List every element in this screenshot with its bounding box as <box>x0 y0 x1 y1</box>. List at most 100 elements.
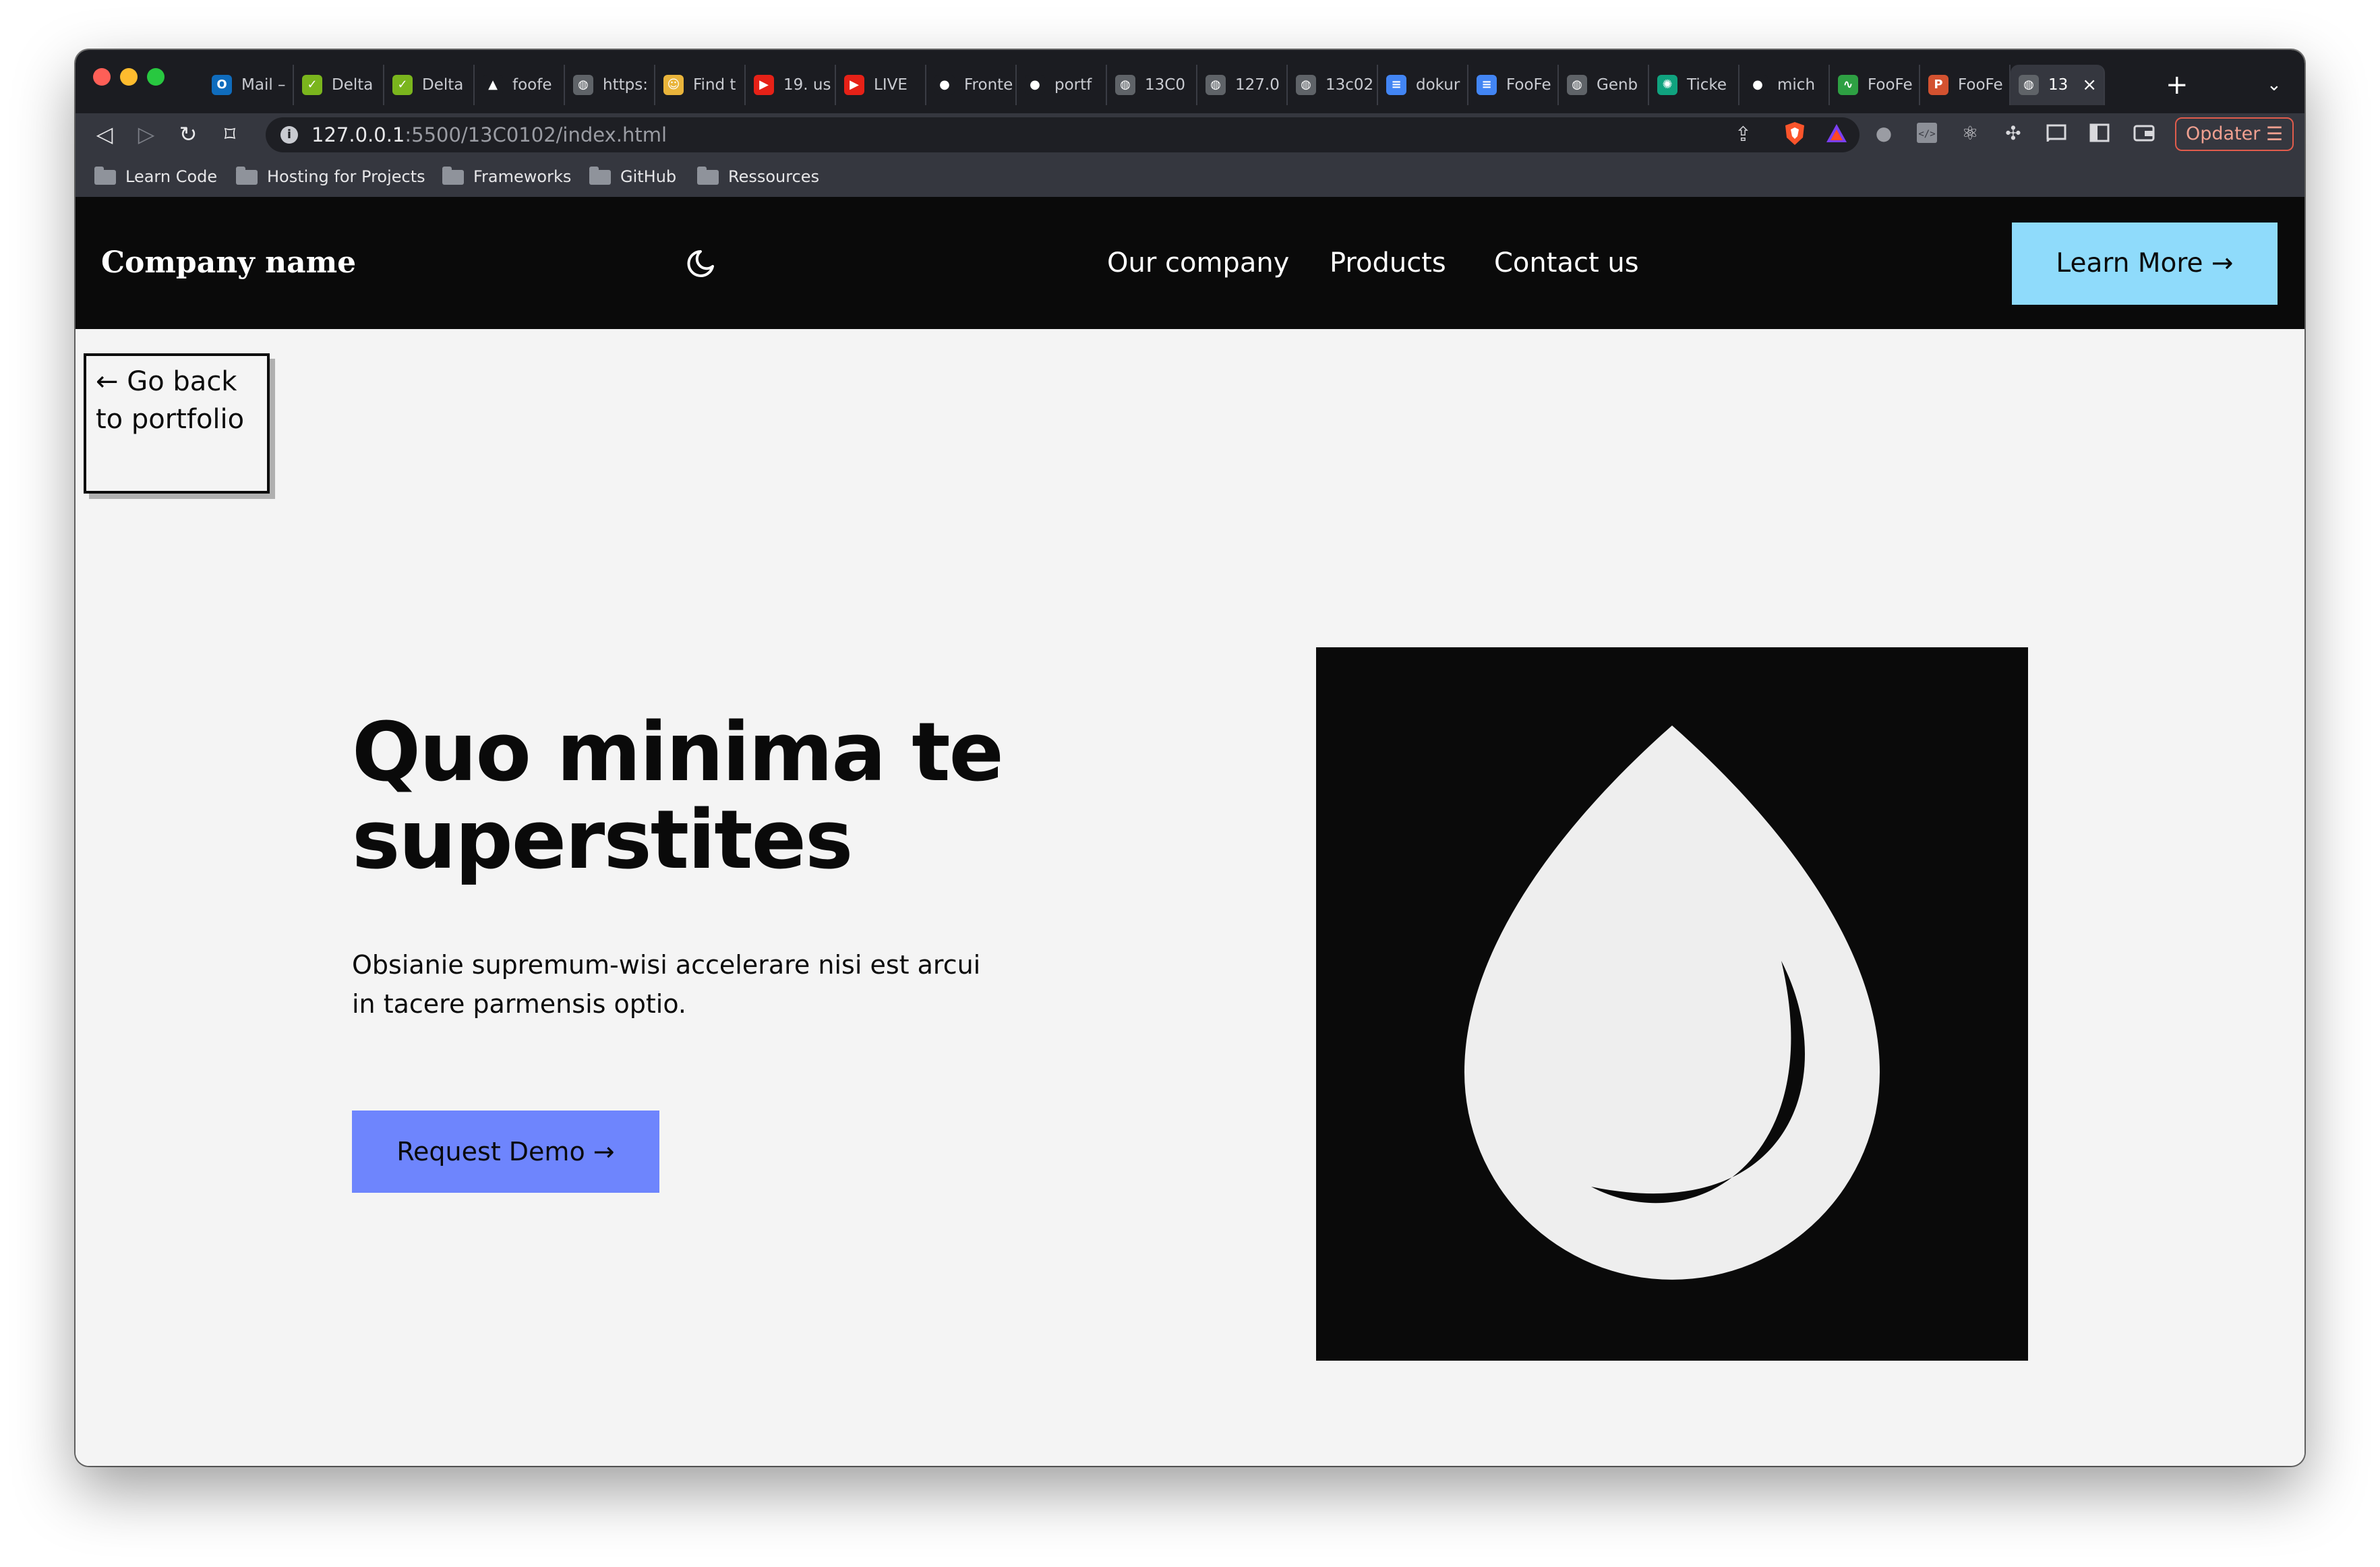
folder-icon <box>236 167 258 185</box>
learn-more-button[interactable]: Learn More → <box>2012 223 2278 305</box>
browser-window: O Mail – ✓ Delta ✓ Delta ▲ foofe ◍ https: ☺ Find t ▶… <box>76 50 2304 1466</box>
brave-shield-icon[interactable] <box>1781 120 1808 147</box>
bookmark-label: Ressources <box>728 167 820 186</box>
tab-label: Find t <box>693 76 736 94</box>
back-icon[interactable]: ◁ <box>88 117 121 151</box>
browser-tab[interactable]: ● Fronte <box>926 65 1017 105</box>
browser-tab[interactable]: ✓ Delta <box>384 65 475 105</box>
outlook-icon: O <box>212 75 232 95</box>
bookmark-label: Hosting for Projects <box>267 167 425 186</box>
brand-name[interactable]: Company name <box>101 197 356 329</box>
tab-label: dokur <box>1416 76 1460 94</box>
triangle-icon: ▲ <box>483 75 503 95</box>
address-bar[interactable]: i 127.0.0.1:5500/13C0102/index.html ⇪ <box>266 117 1860 152</box>
tab-label: foofe <box>512 76 552 94</box>
nav-products[interactable]: Products <box>1330 197 1446 329</box>
browser-tab[interactable]: ☺ Find t <box>655 65 746 105</box>
tab-label: FooFe <box>1506 76 1551 94</box>
globe-icon: ◍ <box>1567 75 1587 95</box>
browser-tab[interactable]: ∿ FooFe <box>1830 65 1920 105</box>
browser-tab[interactable]: ◍ Genb <box>1559 65 1649 105</box>
browser-tab[interactable]: ◍ https: <box>565 65 655 105</box>
close-window-button[interactable] <box>93 68 111 86</box>
bookmark-label: GitHub <box>620 167 677 186</box>
folder-icon <box>697 167 719 185</box>
browser-tab[interactable]: ◍ 13C0 <box>1107 65 1197 105</box>
back-to-portfolio-link[interactable]: ← Go back to portfolio <box>84 353 270 494</box>
delta-icon: ✓ <box>302 75 322 95</box>
browser-tab[interactable]: ≡ dokur <box>1378 65 1468 105</box>
powerpoint-icon: P <box>1928 75 1948 95</box>
browser-tab[interactable]: ≡ FooFe <box>1468 65 1559 105</box>
browser-tab[interactable]: ✺ Ticke <box>1649 65 1739 105</box>
brave-rewards-icon[interactable] <box>1824 121 1849 146</box>
svg-text:</>: </> <box>1918 129 1935 140</box>
reload-icon[interactable]: ↻ <box>171 117 205 151</box>
url-path: :5500/13C0102/index.html <box>405 123 667 146</box>
globe-icon: ◍ <box>1115 75 1135 95</box>
browser-tab[interactable]: ▲ foofe <box>475 65 565 105</box>
browser-tab[interactable]: ● portf <box>1017 65 1107 105</box>
sidebar-icon[interactable] <box>2087 121 2112 146</box>
cast-icon[interactable] <box>2044 121 2069 146</box>
moon-icon[interactable] <box>682 245 719 282</box>
globe-icon: ◍ <box>1206 75 1226 95</box>
bookmark-icon[interactable]: ⌑ <box>213 117 247 151</box>
browser-tab[interactable]: O Mail – <box>204 65 294 105</box>
bookmark-ressources[interactable]: Ressources <box>697 156 819 197</box>
devtools-extension-icon[interactable]: </> <box>1915 121 1939 146</box>
browser-tab[interactable]: ▶ 19. us <box>746 65 836 105</box>
folder-icon <box>94 167 116 185</box>
nav-our-company[interactable]: Our company <box>1107 197 1289 329</box>
hero-logo <box>1316 647 2028 1361</box>
update-browser-button[interactable]: Opdater ☰ <box>2175 117 2294 151</box>
minimize-window-button[interactable] <box>120 68 138 86</box>
bookmark-label: Frameworks <box>473 167 572 186</box>
browser-tab[interactable]: P FooFe <box>1920 65 2011 105</box>
new-tab-button[interactable]: + <box>2166 65 2189 105</box>
share-icon[interactable]: ⇪ <box>1735 117 1752 152</box>
tab-label: Fronte <box>964 76 1013 94</box>
browser-tab[interactable]: ▶ LIVE <box>836 65 926 105</box>
forward-icon[interactable]: ▷ <box>129 117 163 151</box>
docs-icon: ≡ <box>1386 75 1406 95</box>
folder-icon <box>442 167 464 185</box>
zoom-window-button[interactable] <box>147 68 165 86</box>
delta-icon: ✓ <box>392 75 413 95</box>
nav-contact-us[interactable]: Contact us <box>1494 197 1639 329</box>
bookmark-frameworks[interactable]: Frameworks <box>442 156 571 197</box>
browser-tab[interactable]: ◍ 13c02 <box>1288 65 1378 105</box>
browser-tab[interactable]: ◍ 127.0 <box>1197 65 1288 105</box>
url-host: 127.0.0.1 <box>311 123 405 146</box>
browser-tab[interactable]: ● mich <box>1739 65 1830 105</box>
globe-icon: ◍ <box>2019 75 2039 95</box>
browser-tab[interactable]: ✓ Delta <box>294 65 384 105</box>
activity-icon: ∿ <box>1838 75 1858 95</box>
bookmark-github[interactable]: GitHub <box>589 156 676 197</box>
wallet-icon[interactable] <box>2132 121 2156 146</box>
close-tab-icon[interactable]: × <box>2082 65 2097 105</box>
tab-label: Genb <box>1597 76 1638 94</box>
youtube-icon: ▶ <box>754 75 774 95</box>
tab-label: 13C0 <box>1145 76 1185 94</box>
tab-label: mich <box>1777 76 1816 94</box>
site-info-icon[interactable]: i <box>280 126 298 144</box>
bookmark-learn-code[interactable]: Learn Code <box>94 156 217 197</box>
update-button-label: Opdater <box>2186 123 2261 144</box>
globe-icon: ◍ <box>1296 75 1316 95</box>
browser-tab[interactable]: ◍ 13 × <box>2011 65 2105 105</box>
bug-icon[interactable]: ● <box>1872 121 1896 146</box>
bookmarks-bar: Learn Code Hosting for Projects Framewor… <box>76 156 2304 197</box>
extensions-puzzle-icon[interactable]: ✣ <box>2001 121 2025 146</box>
github-icon: ● <box>1025 75 1045 95</box>
tab-search-chevron-icon[interactable]: ⌄ <box>2267 65 2282 105</box>
bookmark-hosting[interactable]: Hosting for Projects <box>236 156 425 197</box>
request-demo-button[interactable]: Request Demo → <box>352 1111 659 1193</box>
bookmark-label: Learn Code <box>125 167 218 186</box>
tab-label: Delta <box>422 76 464 94</box>
tab-label: Mail – <box>241 76 286 94</box>
tab-label: portf <box>1054 76 1092 94</box>
tab-bar: O Mail – ✓ Delta ✓ Delta ▲ foofe ◍ https: ☺ Find t ▶… <box>76 50 2304 113</box>
folder-icon <box>589 167 611 185</box>
react-devtools-icon[interactable]: ⚛ <box>1958 121 1982 146</box>
